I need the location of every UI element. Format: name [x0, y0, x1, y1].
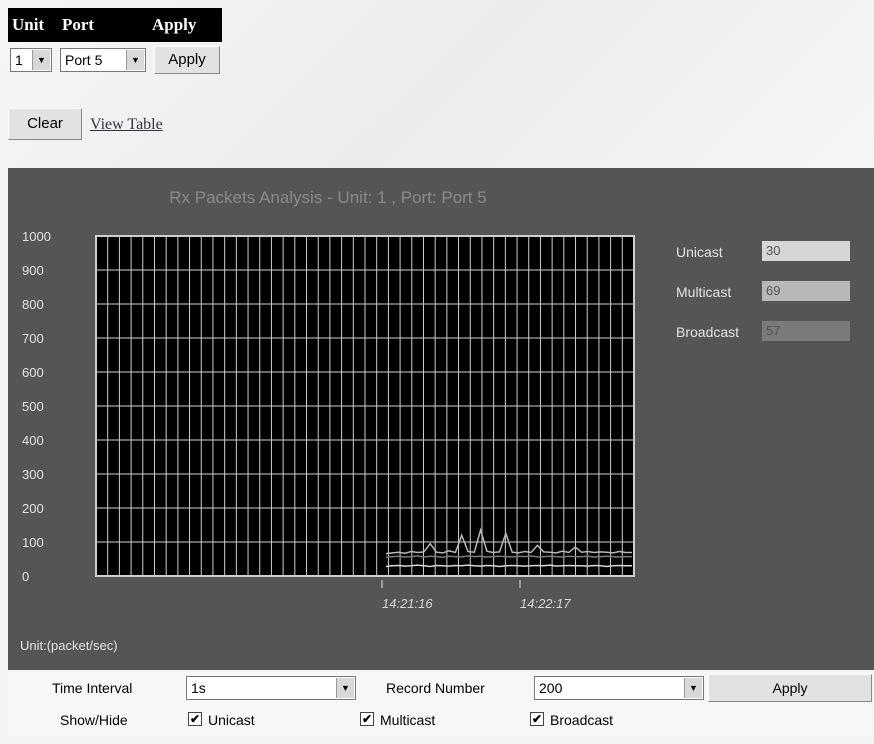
- chevron-down-icon[interactable]: ▼: [126, 50, 144, 70]
- record-number-select[interactable]: 200 ▼: [534, 676, 704, 700]
- unicast-checkbox[interactable]: ✔: [188, 712, 202, 726]
- broadcast-checkbox[interactable]: ✔: [530, 712, 544, 726]
- record-number-value: 200: [539, 680, 563, 696]
- unit-header: Unit: [8, 8, 58, 42]
- chart-svg: 0 100 200 300 400 500 600 700 800 900 1000 14:21:16…: [22, 229, 635, 611]
- view-table-link[interactable]: View Table: [90, 116, 163, 134]
- y-tick-label: 900: [22, 263, 44, 278]
- multicast-checkbox-label: Multicast: [380, 712, 436, 728]
- record-number-label: Record Number: [386, 680, 485, 696]
- series-line-unicast: [385, 564, 632, 568]
- y-tick-label: 500: [22, 399, 44, 414]
- legend-value-unicast: 30: [762, 241, 850, 261]
- y-tick-label: 300: [22, 467, 44, 482]
- legend-label-multicast: Multicast: [676, 284, 732, 300]
- y-tick-label: 700: [22, 331, 44, 346]
- x-tick-label: 14:21:16: [382, 596, 433, 611]
- controls-apply-button[interactable]: Apply: [708, 674, 872, 702]
- y-tick-label: 200: [22, 501, 44, 516]
- y-tick-label: 0: [22, 569, 29, 584]
- port-select-value: Port 5: [65, 52, 103, 68]
- chevron-down-icon[interactable]: ▼: [336, 678, 354, 698]
- multicast-checkbox[interactable]: ✔: [360, 712, 374, 726]
- x-tick-label: 14:22:17: [520, 596, 571, 611]
- chevron-down-icon[interactable]: ▼: [684, 678, 702, 698]
- apply-button[interactable]: Apply: [154, 46, 220, 74]
- unicast-checkbox-label: Unicast: [208, 712, 255, 728]
- y-tick-label: 100: [22, 535, 44, 550]
- legend-value-broadcast: 57: [762, 321, 850, 341]
- unit-label: Unit:(packet/sec): [20, 638, 118, 653]
- chevron-down-icon[interactable]: ▼: [32, 50, 50, 70]
- controls-row-show-hide: Show/Hide ✔ Unicast ✔ Multicast ✔ Broadc…: [8, 704, 874, 736]
- unit-select[interactable]: 1 ▼: [10, 48, 52, 72]
- unit-select-value: 1: [15, 52, 23, 68]
- controls-row-interval: Time Interval 1s ▼ Record Number 200 ▼ A…: [8, 672, 874, 704]
- show-hide-label: Show/Hide: [60, 712, 128, 728]
- y-tick-label: 800: [22, 297, 44, 312]
- clear-button[interactable]: Clear: [8, 108, 82, 140]
- time-interval-value: 1s: [191, 680, 206, 696]
- y-tick-label: 1000: [22, 229, 51, 244]
- y-tick-label: 600: [22, 365, 44, 380]
- y-tick-label: 400: [22, 433, 44, 448]
- legend-value-multicast: 69: [762, 281, 850, 301]
- time-interval-select[interactable]: 1s ▼: [186, 676, 356, 700]
- apply-header: Apply: [148, 8, 222, 42]
- broadcast-checkbox-label: Broadcast: [550, 712, 614, 728]
- chart-panel: Rx Packets Analysis - Unit: 1 , Port: Po…: [8, 168, 874, 670]
- legend-label-unicast: Unicast: [676, 244, 723, 260]
- time-interval-label: Time Interval: [52, 680, 133, 696]
- port-header: Port: [58, 8, 148, 42]
- port-select[interactable]: Port 5 ▼: [60, 48, 146, 72]
- legend-label-broadcast: Broadcast: [676, 324, 740, 340]
